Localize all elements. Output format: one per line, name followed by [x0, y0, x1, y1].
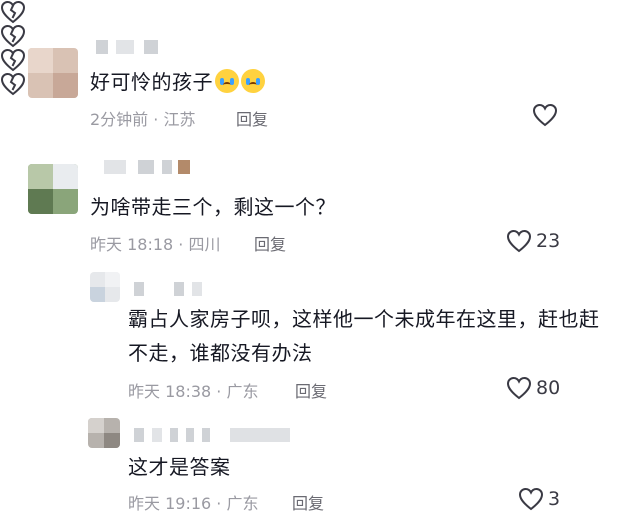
crying-face-icon	[215, 69, 239, 93]
like-button[interactable]: 23	[506, 229, 560, 253]
heart-outline-icon	[506, 376, 532, 400]
broken-heart-icon	[0, 0, 640, 24]
comment-text: 霸占人家房子呗，这样他一个未成年在这里，赶也赶不走，谁都没有办法	[128, 307, 600, 365]
comment-text: 这才是答案	[128, 455, 231, 479]
comment-meta: 昨天 18:38 · 广东	[128, 382, 259, 401]
reply-button[interactable]: 回复	[295, 378, 327, 402]
heart-outline-icon	[506, 229, 532, 253]
comment-text: 好可怜的孩子	[90, 66, 265, 95]
like-count: 23	[536, 230, 561, 252]
avatar[interactable]	[90, 272, 120, 302]
dislike-button[interactable]	[0, 0, 640, 24]
like-button[interactable]	[532, 103, 558, 127]
username-blurred[interactable]	[104, 160, 194, 174]
avatar[interactable]	[28, 164, 78, 214]
comment-meta: 2分钟前 · 江苏	[90, 110, 196, 129]
username-blurred[interactable]	[134, 282, 224, 296]
comment-meta: 昨天 19:16 · 广东	[128, 494, 259, 513]
username-blurred[interactable]	[96, 40, 166, 54]
heart-outline-icon	[532, 103, 558, 127]
crying-face-icon	[241, 69, 265, 93]
reply-button[interactable]: 回复	[236, 106, 268, 130]
avatar[interactable]	[28, 48, 78, 98]
username-blurred[interactable]	[134, 428, 294, 442]
avatar[interactable]	[88, 418, 120, 448]
like-count: 3	[548, 488, 561, 510]
like-count: 80	[536, 377, 561, 399]
comment-text-content: 好可怜的孩子	[90, 70, 213, 94]
comment-meta: 昨天 18:18 · 四川	[90, 235, 221, 254]
reply-button[interactable]: 回复	[292, 490, 324, 514]
like-button[interactable]: 3	[518, 487, 560, 511]
like-button[interactable]: 80	[506, 376, 560, 400]
comment-text: 为啥带走三个，剩这一个？	[90, 195, 336, 219]
reply-button[interactable]: 回复	[254, 231, 286, 255]
heart-outline-icon	[518, 487, 544, 511]
